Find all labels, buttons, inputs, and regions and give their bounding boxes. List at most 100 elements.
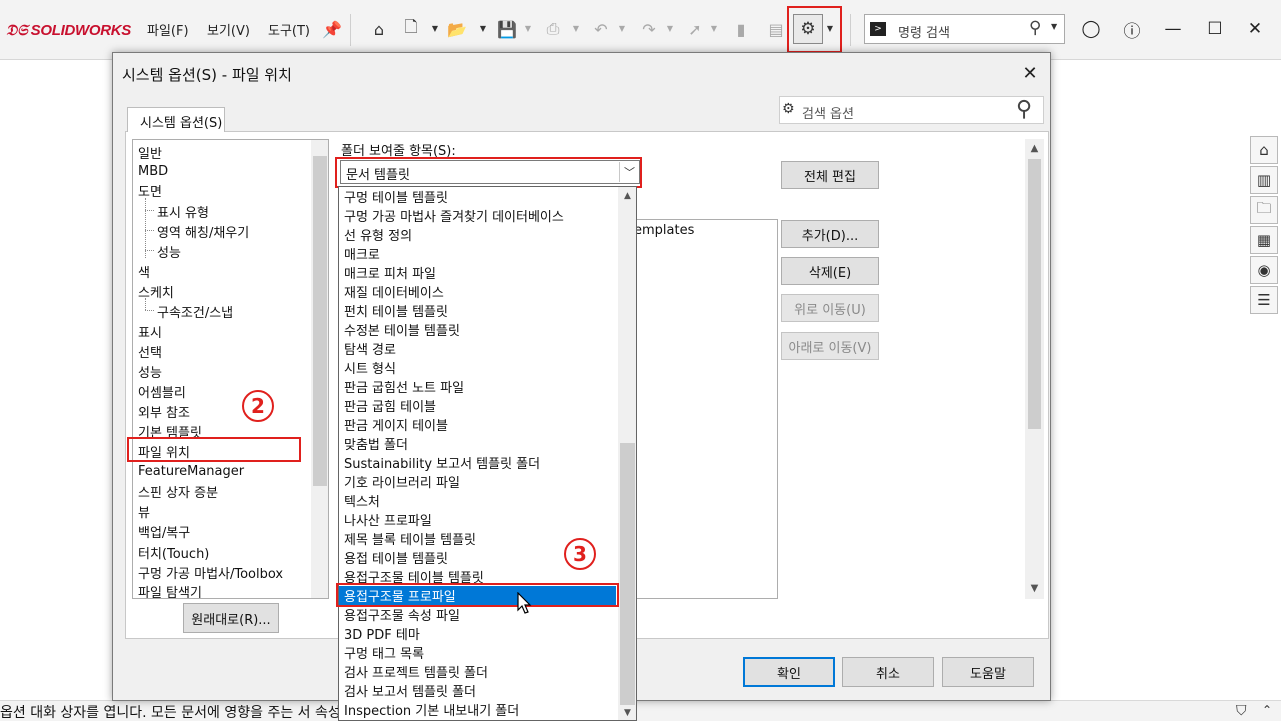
save-dropdown-arrow[interactable]: ▼	[524, 23, 532, 33]
solidworks-logo[interactable]: 𝔇𝔖 SOLIDWORKS	[6, 19, 131, 41]
status-arrow-icon[interactable]: ⌃	[1262, 703, 1272, 717]
search-icon[interactable]: ⚲	[1029, 18, 1041, 38]
dropdown-item[interactable]: 재질 데이터베이스	[344, 282, 444, 301]
taskpane-folder-icon[interactable]: 🗀	[1250, 196, 1278, 224]
menu-file[interactable]: 파일(F)	[147, 20, 189, 39]
dropdown-scroll-up-icon[interactable]: ▲	[618, 187, 636, 204]
tree-item-performance[interactable]: 성능	[138, 362, 162, 381]
tree-item-spin-box-increments[interactable]: 스핀 상자 증분	[138, 482, 218, 501]
dropdown-item[interactable]: 탐색 경로	[344, 339, 396, 358]
home-icon[interactable]: ⌂	[368, 17, 390, 41]
dropdown-item[interactable]: 매크로 피처 파일	[344, 263, 436, 282]
tree-item-drawing-performance[interactable]: 성능	[157, 242, 181, 261]
dropdown-item[interactable]: 판금 굽힘선 노트 파일	[344, 377, 464, 396]
dropdown-item[interactable]: 제목 블록 테이블 템플릿	[344, 529, 476, 548]
search-icon[interactable]: ⚲	[1016, 97, 1032, 122]
tree-item-file-explorer[interactable]: 파일 탐색기	[138, 582, 202, 598]
scroll-up-icon[interactable]: ▲	[1025, 139, 1044, 157]
taskpane-appearance-icon[interactable]: ◉	[1250, 256, 1278, 284]
tree-item-display-style[interactable]: 표시 유형	[157, 202, 209, 221]
tree-item-external-references[interactable]: 외부 참조	[138, 402, 190, 421]
dropdown-item[interactable]: 시트 형식	[344, 358, 396, 377]
tree-item-colors[interactable]: 색	[138, 262, 150, 281]
dropdown-item[interactable]: 펀치 테이블 템플릿	[344, 301, 448, 320]
help-icon[interactable]: ⓘ	[1120, 16, 1144, 42]
dropdown-item[interactable]: 용접구조물 속성 파일	[344, 605, 460, 624]
minimize-icon[interactable]: —	[1161, 16, 1185, 42]
tree-item-area-hatch[interactable]: 영역 해칭/채우기	[157, 222, 249, 241]
tree-item-hole-wizard-toolbox[interactable]: 구멍 가공 마법사/Toolbox	[138, 563, 283, 582]
taskpane-library-icon[interactable]: ▥	[1250, 166, 1278, 194]
add-button[interactable]: 추가(D)...	[781, 220, 879, 248]
dropdown-item[interactable]: 나사산 프로파일	[344, 510, 432, 529]
taskpane-custom-properties-icon[interactable]: ☰	[1250, 286, 1278, 314]
open-dropdown-arrow[interactable]: ▼	[479, 23, 487, 33]
restore-defaults-button[interactable]: 원래대로(R)...	[183, 603, 279, 633]
file-properties-icon[interactable]: ▤	[765, 17, 787, 41]
help-button[interactable]: 도움말	[942, 657, 1034, 687]
tree-item-view[interactable]: 뷰	[138, 502, 150, 521]
open-icon[interactable]: 📂	[446, 17, 468, 41]
command-search-box[interactable]: > 명령 검색 ⚲ ▼	[864, 14, 1065, 44]
edit-all-button[interactable]: 전체 편집	[781, 161, 879, 189]
dropdown-item[interactable]: 구멍 가공 마법사 즐겨찾기 데이터베이스	[344, 206, 564, 225]
save-icon[interactable]: 💾	[496, 17, 518, 41]
dropdown-item[interactable]: 매크로	[344, 244, 380, 263]
tree-item-assemblies[interactable]: 어셈블리	[138, 382, 186, 401]
options-dropdown-arrow[interactable]: ▼	[826, 23, 834, 33]
move-down-button[interactable]: 아래로 이동(V)	[781, 332, 879, 360]
options-button[interactable]: ⚙	[793, 14, 823, 44]
tree-item-drawings[interactable]: 도면	[138, 181, 162, 200]
tree-item-selection[interactable]: 선택	[138, 342, 162, 361]
menu-tools[interactable]: 도구(T)	[268, 20, 310, 39]
dropdown-item[interactable]: Sustainability 보고서 템플릿 폴더	[344, 453, 540, 472]
dialog-close-icon[interactable]: ✕	[1019, 62, 1041, 84]
tree-item-featuremanager[interactable]: FeatureManager	[138, 464, 244, 479]
tab-system-options[interactable]: 시스템 옵션(S)	[127, 107, 225, 132]
folder-type-dropdown-list[interactable]: 구멍 테이블 템플릿 구멍 가공 마법사 즐겨찾기 데이터베이스 선 유형 정의…	[338, 186, 637, 721]
dropdown-scrollbar-thumb[interactable]	[620, 443, 635, 705]
tree-scrollbar-thumb[interactable]	[313, 156, 327, 486]
select-icon[interactable]: ➚	[684, 17, 706, 41]
dropdown-item[interactable]: 텍스처	[344, 491, 380, 510]
select-dropdown-arrow[interactable]: ▼	[710, 23, 718, 33]
dropdown-item[interactable]: Inspection 기본 내보내기 폴더	[344, 700, 519, 719]
folder-path-item[interactable]: emplates	[634, 223, 694, 238]
dropdown-item[interactable]: 검사 보고서 템플릿 폴더	[344, 681, 476, 700]
user-icon[interactable]: ◯	[1079, 16, 1103, 42]
status-tag-icon[interactable]: ⛉	[1236, 703, 1247, 719]
dropdown-scroll-down-icon[interactable]: ▼	[618, 704, 636, 720]
cancel-button[interactable]: 취소	[842, 657, 934, 687]
tree-item-relations-snaps[interactable]: 구속조건/스냅	[157, 302, 233, 321]
dropdown-item[interactable]: 용접 테이블 템플릿	[344, 548, 448, 567]
dropdown-item[interactable]: 수정본 테이블 템플릿	[344, 320, 460, 339]
print-dropdown-arrow[interactable]: ▼	[572, 23, 580, 33]
menu-view[interactable]: 보기(V)	[207, 20, 250, 39]
undo-dropdown-arrow[interactable]: ▼	[618, 23, 626, 33]
search-dropdown-arrow[interactable]: ▼	[1051, 22, 1057, 31]
dropdown-item[interactable]: 구멍 태그 목록	[344, 643, 424, 662]
dropdown-item[interactable]: 판금 게이지 테이블	[344, 415, 448, 434]
dropdown-item[interactable]: 선 유형 정의	[344, 225, 412, 244]
dropdown-item[interactable]: 맞춤법 폴더	[344, 434, 408, 453]
dropdown-item[interactable]: 검사 프로젝트 템플릿 폴더	[344, 662, 488, 681]
maximize-icon[interactable]: ☐	[1203, 16, 1227, 42]
panel-scrollbar-thumb[interactable]	[1028, 159, 1041, 429]
dropdown-item[interactable]: 판금 굽힘 테이블	[344, 396, 436, 415]
redo-dropdown-arrow[interactable]: ▼	[666, 23, 674, 33]
delete-button[interactable]: 삭제(E)	[781, 257, 879, 285]
scroll-down-icon[interactable]: ▼	[1025, 579, 1044, 597]
panel-scrollbar[interactable]: ▲ ▼	[1025, 139, 1044, 599]
tree-item-display[interactable]: 표시	[138, 322, 162, 341]
undo-icon[interactable]: ↶	[590, 17, 612, 41]
new-document-icon[interactable]: 🗋	[400, 17, 422, 41]
ok-button[interactable]: 확인	[743, 657, 835, 687]
move-up-button[interactable]: 위로 이동(U)	[781, 294, 879, 322]
dropdown-item[interactable]: 기호 라이브러리 파일	[344, 472, 460, 491]
tree-item-sketch[interactable]: 스케치	[138, 282, 174, 301]
print-icon[interactable]: ⎙	[542, 17, 564, 41]
options-search-input[interactable]: ⚙ 검색 옵션 ⚲	[779, 96, 1044, 124]
options-tree[interactable]: 일반 MBD 도면 표시 유형 영역 해칭/채우기 성능 색 스케치 구속조건/…	[132, 139, 329, 599]
new-dropdown-arrow[interactable]: ▼	[431, 23, 439, 33]
dropdown-item[interactable]: 3D PDF 테마	[344, 624, 420, 643]
